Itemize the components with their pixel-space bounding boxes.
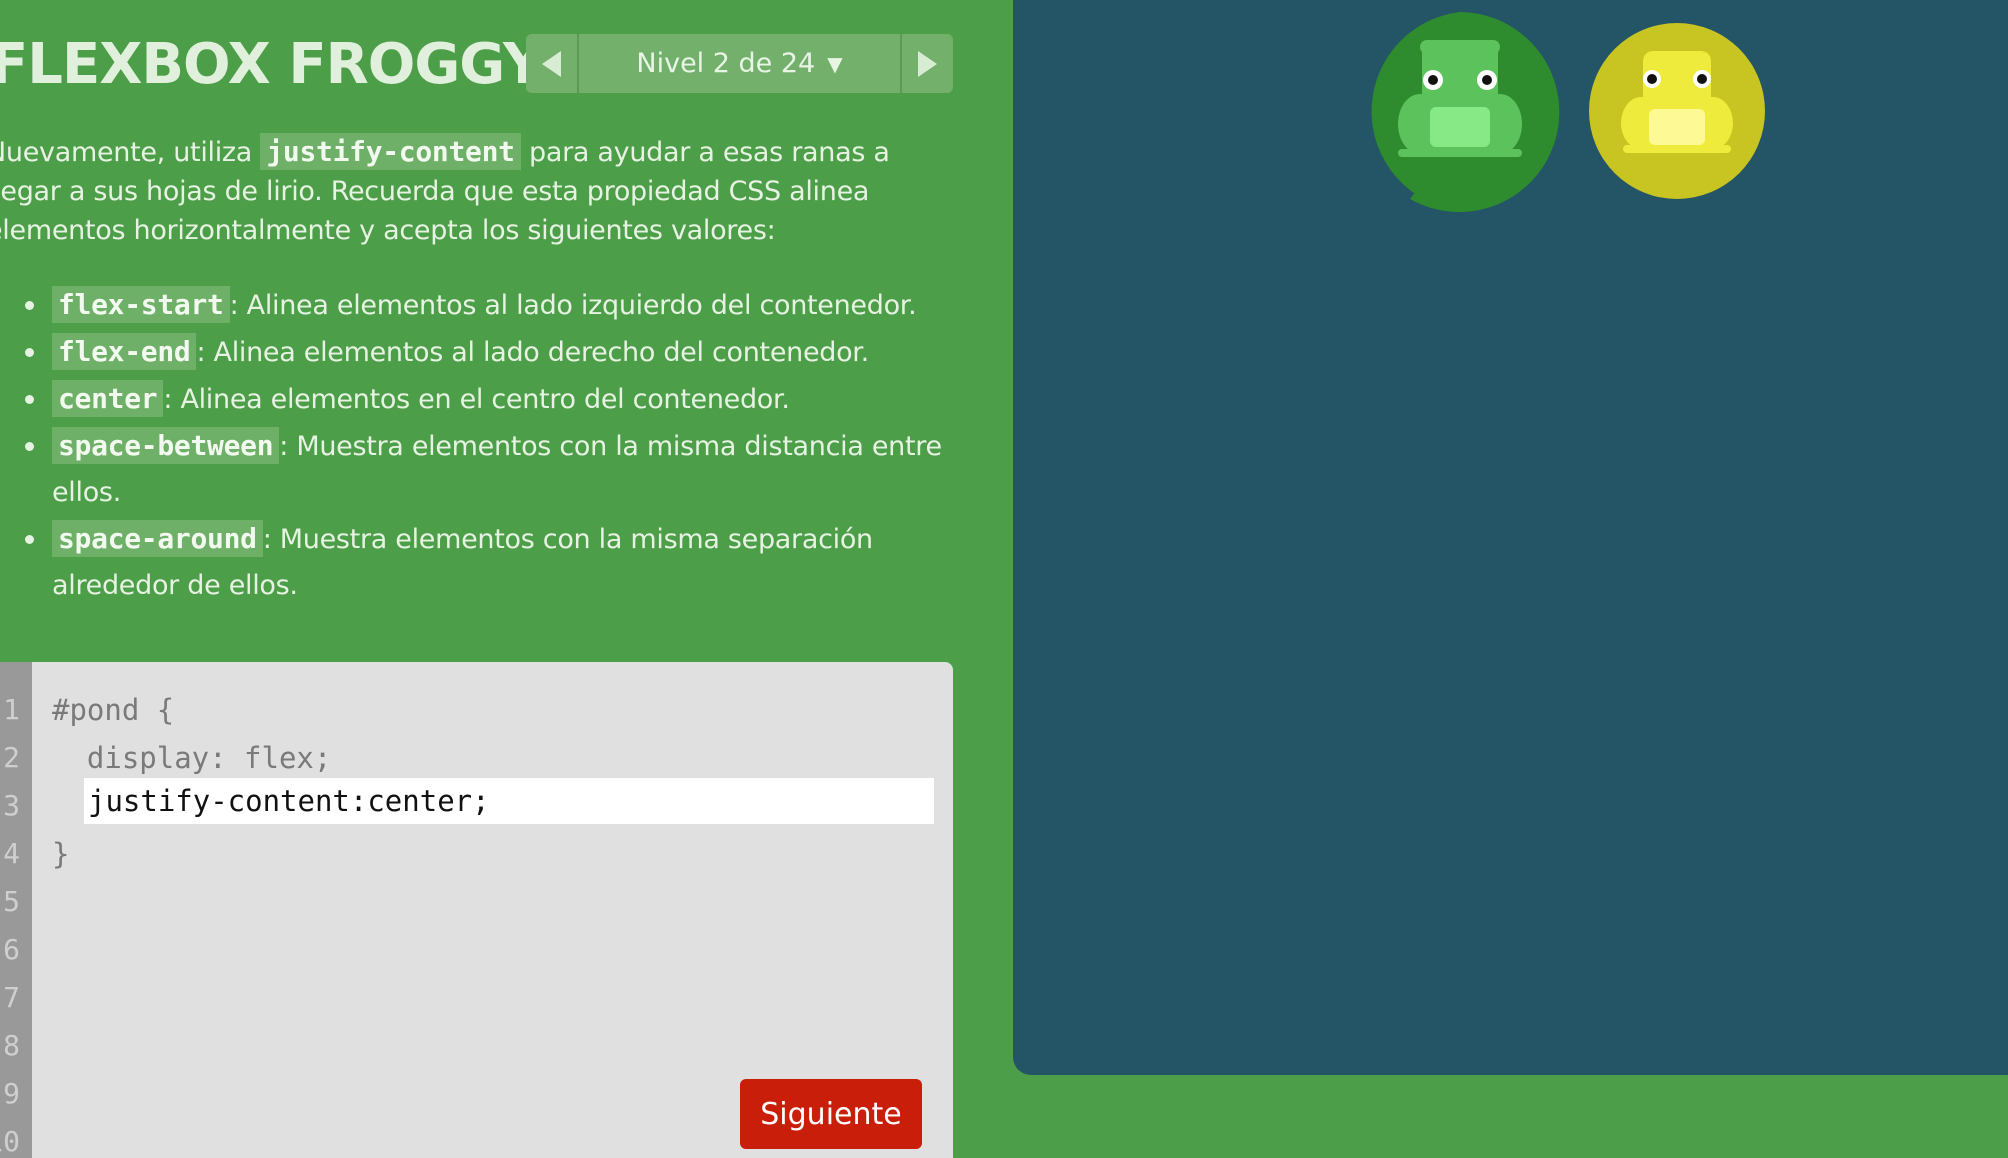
line-number-gutter: 1 2 3 4 5 6 7 8 9 10 — [0, 662, 32, 1158]
value-description: : Alinea elementos al lado derecho del c… — [196, 337, 869, 368]
value-code: center — [52, 380, 164, 417]
line-number: 4 — [3, 837, 20, 870]
instructions: Nuevamente, utiliza justify-content para… — [0, 132, 966, 250]
next-button[interactable]: Siguiente — [740, 1079, 922, 1149]
list-item: flex-start: Alinea elementos al lado izq… — [25, 282, 1002, 329]
line-number: 6 — [3, 933, 20, 966]
value-code: space-around — [52, 520, 263, 557]
line-number: 8 — [3, 1029, 20, 1062]
instructions-code: justify-content — [260, 133, 521, 170]
code-line-1: #pond { — [52, 693, 175, 727]
css-code-input[interactable] — [84, 778, 934, 824]
list-item: space-around: Muestra elementos con la m… — [25, 516, 1002, 609]
code-line-2: display: flex; — [52, 741, 332, 775]
value-code: flex-end — [52, 333, 197, 370]
line-number: 7 — [3, 981, 20, 1014]
list-item: space-between: Muestra elementos con la … — [25, 423, 1002, 516]
previous-level-button[interactable] — [526, 34, 579, 93]
value-code: flex-start — [52, 286, 230, 323]
page-title: FLEXBOX FROGGY — [0, 32, 544, 97]
arrow-left-icon — [542, 50, 561, 77]
level-selector[interactable]: Nivel 2 de 24 ▼ — [579, 34, 900, 93]
arrow-right-icon — [918, 50, 937, 77]
pond — [1013, 0, 2008, 1075]
line-number: 3 — [3, 789, 20, 822]
value-description: : Alinea elementos al lado izquierdo del… — [229, 290, 917, 321]
yellow-lilypad-icon — [1589, 23, 1765, 199]
line-number: 2 — [3, 741, 20, 774]
sidebar: FLEXBOX FROGGY Nivel 2 de 24 ▼ Nuevament… — [0, 0, 1012, 1158]
code-line-4: } — [52, 837, 70, 871]
list-item: center: Alinea elementos en el centro de… — [25, 376, 1002, 423]
line-number: 10 — [0, 1125, 20, 1158]
green-lilypad-icon — [1371, 12, 1560, 212]
next-level-arrow-button[interactable] — [900, 34, 953, 93]
values-list: flex-start: Alinea elementos al lado izq… — [12, 282, 1002, 609]
line-number: 1 — [3, 693, 20, 726]
line-number: 5 — [3, 885, 20, 918]
value-code: space-between — [52, 427, 280, 464]
caret-down-icon: ▼ — [827, 51, 843, 76]
value-description: : Alinea elementos en el centro del cont… — [163, 384, 790, 415]
list-item: flex-end: Alinea elementos al lado derec… — [25, 329, 1002, 376]
level-navigation: Nivel 2 de 24 ▼ — [526, 34, 953, 93]
line-number: 9 — [3, 1077, 20, 1110]
instructions-text-before: Nuevamente, utiliza — [0, 137, 261, 168]
level-label: Nivel 2 de 24 — [636, 48, 816, 79]
